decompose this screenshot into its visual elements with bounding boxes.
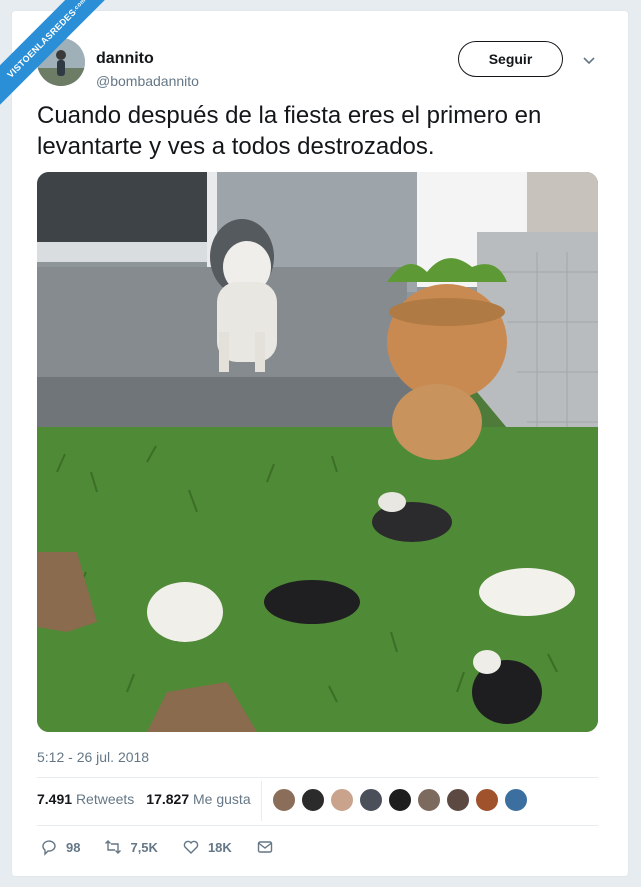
direct-message-button[interactable] [256,838,274,856]
tweet-actions: 98 7,5K 18K [40,838,298,856]
retweets-count: 7.491 [37,791,73,807]
divider [37,825,598,826]
divider [37,777,598,778]
tweet-timestamp[interactable]: 5:12 - 26 jul. 2018 [37,749,149,765]
liker-avatar[interactable] [330,788,354,812]
watermark-suffix: .com [72,0,88,13]
author-handle[interactable]: @bombadannito [96,73,199,89]
reply-count: 98 [66,839,81,855]
reply-icon [42,840,56,856]
like-count: 18K [207,839,232,855]
liker-avatar[interactable] [446,788,470,812]
liker-avatar[interactable] [388,788,412,812]
retweets-label: Retweets [75,791,135,807]
likes-label: Me gusta [193,791,251,807]
liker-avatar[interactable] [272,788,296,812]
liker-avatar[interactable] [359,788,383,812]
tweet-card: dannito @bombadannito Seguir Cuando desp… [11,10,629,877]
tweet-photo[interactable] [37,172,598,732]
retweet-icon [105,840,122,854]
engagement-stats: 7.491 Retweets 17.827 Me gusta [37,791,251,807]
likes-stat[interactable]: 17.827 Me gusta [146,791,250,807]
liker-avatar[interactable] [301,788,325,812]
reply-button[interactable]: 98 [40,838,80,856]
likes-count: 17.827 [146,791,190,807]
retweet-count: 7,5K [130,839,158,855]
retweets-stat[interactable]: 7.491 Retweets [37,791,134,807]
direct-message-icon [257,841,272,853]
stats-separator [261,781,262,821]
chevron-down-icon[interactable] [580,51,598,69]
follow-button[interactable]: Seguir [458,41,563,77]
author-name[interactable]: dannito [96,50,154,68]
tweet-text: Cuando después de la fiesta eres el prim… [37,102,542,160]
liker-avatar[interactable] [417,788,441,812]
retweet-button[interactable]: 7,5K [104,838,158,856]
like-button[interactable]: 18K [182,838,232,856]
liker-avatars [272,788,528,812]
liker-avatar[interactable] [504,788,528,812]
liker-avatar[interactable] [475,788,499,812]
heart-icon [183,840,199,854]
